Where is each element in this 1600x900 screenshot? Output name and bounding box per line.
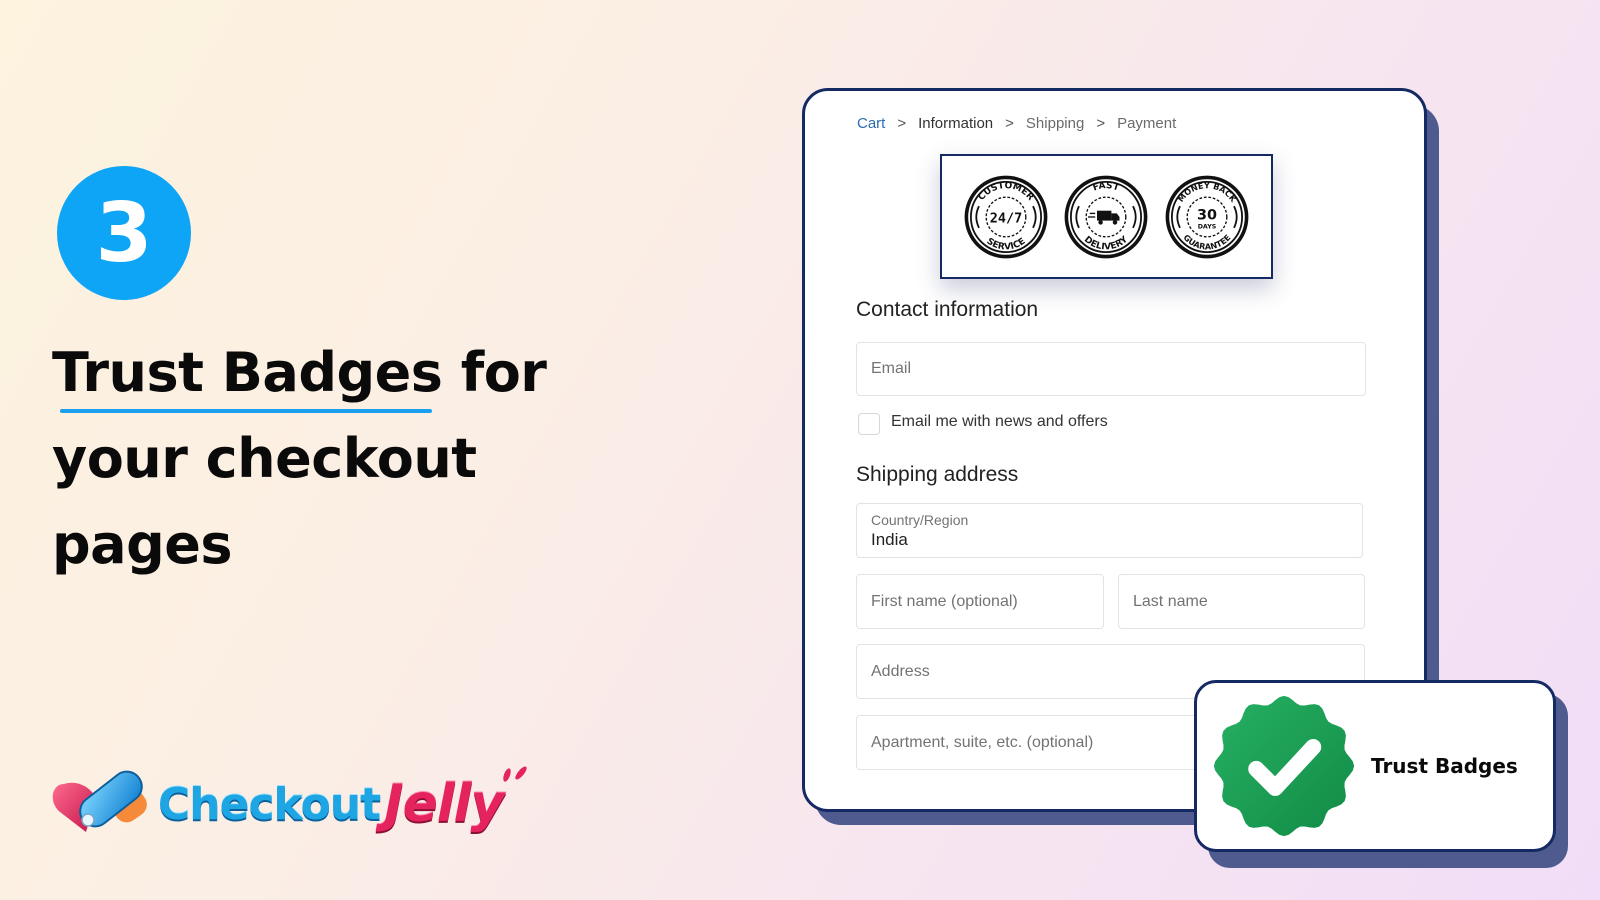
- country-label: Country/Region: [871, 511, 969, 528]
- step-number-badge: 3: [57, 166, 191, 300]
- email-input[interactable]: Email: [856, 342, 1366, 396]
- last-name-input[interactable]: Last name: [1118, 574, 1365, 629]
- checkout-jelly-logo: Checkout Jelly: [50, 766, 543, 840]
- last-name-placeholder: Last name: [1133, 592, 1208, 610]
- callout-label: Trust Badges: [1371, 754, 1518, 778]
- headline-line-3: pages: [52, 513, 233, 576]
- badge-3-center-text: 30: [1197, 207, 1217, 223]
- apartment-placeholder: Apartment, suite, etc. (optional): [871, 733, 1094, 751]
- trust-badges-callout: Trust Badges: [1194, 680, 1556, 852]
- headline-line-1: Trust Badges for: [52, 341, 547, 404]
- customer-service-badge-icon: CUSTOMER SERVICE 24/7: [964, 175, 1048, 258]
- trust-badges-strip: CUSTOMER SERVICE 24/7 FAST DELIVERY MONE…: [940, 154, 1273, 279]
- headline: Trust Badges for your checkout pages: [52, 330, 612, 588]
- badge-1-center-text: 24/7: [990, 210, 1023, 226]
- country-select[interactable]: Country/Region India: [856, 503, 1363, 558]
- fast-delivery-badge-icon: FAST DELIVERY: [1065, 175, 1148, 258]
- contact-info-title: Contact information: [856, 298, 1039, 321]
- breadcrumb-separator: >: [897, 115, 907, 132]
- logo-word-checkout: Checkout: [158, 778, 381, 830]
- country-value: India: [871, 529, 908, 549]
- first-name-input[interactable]: First name (optional): [856, 574, 1104, 629]
- headline-underline: [60, 409, 432, 413]
- breadcrumb-separator: >: [1096, 115, 1106, 132]
- breadcrumb-payment: Payment: [1117, 115, 1177, 132]
- breadcrumb-shipping: Shipping: [1025, 115, 1085, 132]
- breadcrumb-information: Information: [918, 115, 994, 132]
- breadcrumb-separator: >: [1005, 115, 1014, 132]
- step-number: 3: [95, 185, 153, 281]
- logo-word-jelly: Jelly: [384, 774, 504, 834]
- shipping-address-title: Shipping address: [856, 463, 1019, 486]
- badge-3-center-sub: DAYS: [1198, 223, 1217, 230]
- logo-mark-icon: [50, 768, 150, 840]
- address-placeholder: Address: [871, 662, 930, 680]
- newsletter-label[interactable]: Email me with news and offers: [891, 413, 1108, 431]
- verified-check-badge-icon: [1213, 695, 1355, 837]
- newsletter-checkbox[interactable]: [858, 413, 880, 435]
- money-back-badge-icon: MONEY BACK GUARANTEE 30 DAYS: [1165, 175, 1249, 258]
- logo-drops-icon: [503, 766, 528, 782]
- first-name-placeholder: First name (optional): [871, 592, 1018, 610]
- headline-line-2: your checkout: [52, 427, 477, 490]
- breadcrumb-cart[interactable]: Cart: [857, 115, 885, 132]
- email-placeholder: Email: [871, 360, 912, 377]
- breadcrumb: Cart > Information > Shipping > Payment: [857, 115, 1176, 132]
